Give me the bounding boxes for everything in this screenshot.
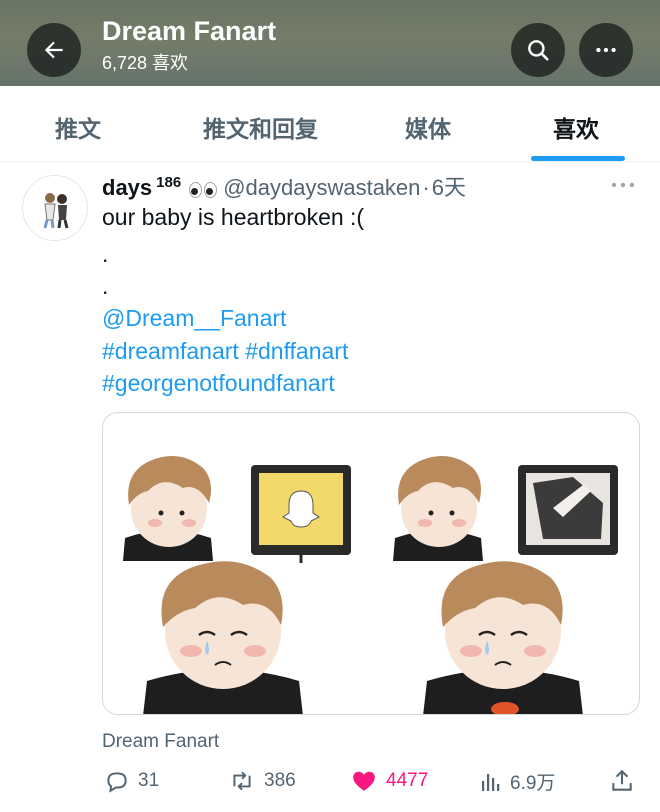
analytics-bar-icon [482, 773, 500, 791]
more-button[interactable] [579, 23, 633, 77]
share-icon [612, 769, 632, 791]
reply-icon [107, 772, 127, 793]
tweet-text-dot: . [102, 273, 109, 299]
view-count: 6.9万 [510, 773, 556, 794]
display-name[interactable]: days [102, 175, 152, 201]
more-horizontal-icon [596, 47, 616, 53]
retweet-count: 386 [264, 770, 296, 791]
more-horizontal-icon [611, 182, 635, 188]
tweet-header: days 186 @daydayswastaken · 6天 [102, 170, 466, 202]
tweet-more-button[interactable] [610, 176, 636, 199]
reply-count: 31 [138, 770, 160, 791]
back-button[interactable] [27, 23, 81, 77]
tweet-text-dot: . [102, 241, 109, 267]
profile-tabs: 推文 推文和回复 媒体 喜欢 [0, 86, 660, 162]
search-button[interactable] [511, 23, 565, 77]
separator-dot: · [422, 175, 430, 200]
share-button[interactable] [609, 768, 635, 794]
heart-filled-icon [353, 771, 375, 791]
eyes-emoji-icon [189, 182, 218, 198]
like-count: 4477 [386, 770, 429, 791]
views-button[interactable]: 6.9万 [478, 768, 555, 795]
search-icon [528, 40, 549, 61]
hashtag-link[interactable]: #georgenotfoundfanart [102, 370, 335, 397]
retweet-button[interactable]: 386 [228, 768, 296, 794]
tab-posts[interactable]: 推文 [55, 110, 101, 144]
likes-count-subtitle: 6,728 喜欢 [102, 53, 189, 73]
reply-button[interactable]: 31 [104, 768, 159, 794]
retweet-icon [233, 771, 251, 791]
mention-link[interactable]: @Dream__Fanart [102, 305, 286, 332]
user-handle[interactable]: @daydayswastaken [223, 175, 420, 201]
media-attribution[interactable]: Dream Fanart [102, 731, 219, 753]
hashtag-links[interactable]: #dreamfanart #dnffanart [102, 338, 348, 365]
tab-likes[interactable]: 喜欢 [553, 110, 599, 144]
arrow-left-icon [44, 41, 63, 59]
avatar[interactable] [22, 175, 88, 241]
active-tab-indicator [531, 156, 625, 161]
tweet-media-image[interactable] [102, 412, 640, 715]
tweet-actions: 31 386 4477 6.9万 [0, 768, 660, 806]
tab-media[interactable]: 媒体 [405, 110, 451, 144]
tweet-time[interactable]: 6天 [432, 170, 466, 202]
tweet-text: our baby is heartbroken :( [102, 204, 365, 230]
like-button[interactable]: 4477 [350, 768, 428, 794]
tab-replies[interactable]: 推文和回复 [203, 110, 318, 144]
name-suffix: 186 [156, 174, 182, 191]
profile-title: Dream Fanart [102, 16, 277, 46]
